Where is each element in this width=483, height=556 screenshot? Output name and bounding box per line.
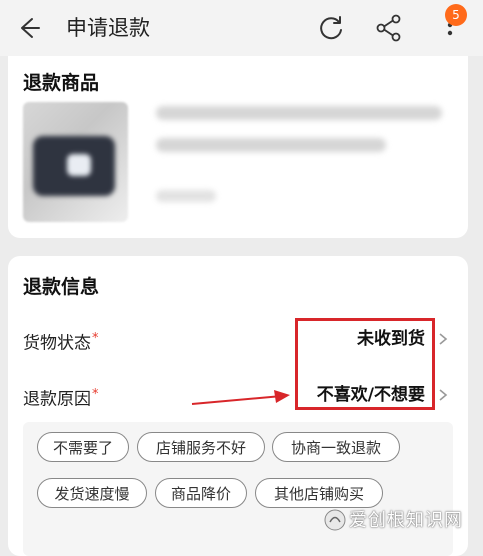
product-name-blurred-2 — [156, 138, 386, 152]
section-title-refund-info: 退款信息 — [23, 276, 100, 298]
watermark-text: 爱创根知识网 — [349, 510, 463, 531]
page-title: 申请退款 — [66, 16, 150, 40]
share-icon[interactable] — [374, 13, 404, 43]
section-title-refund-item: 退款商品 — [23, 72, 100, 94]
refund-reason-label: 退款原因* — [23, 387, 99, 410]
refund-item-card: 退款商品 — [8, 56, 468, 238]
watermark-logo-icon — [324, 509, 346, 531]
top-bar: 申请退款 5 — [0, 0, 483, 56]
reason-chip[interactable]: 发货速度慢 — [37, 478, 147, 508]
annotation-arrow — [191, 390, 290, 405]
watermark: 爱创根知识网 — [324, 508, 480, 534]
highlight-box — [295, 318, 435, 410]
back-arrow-icon[interactable] — [14, 14, 42, 42]
reason-chip[interactable]: 商品降价 — [155, 478, 247, 508]
chevron-right-icon — [439, 389, 448, 401]
notification-badge: 5 — [445, 4, 467, 26]
goods-status-label: 货物状态* — [23, 331, 99, 354]
product-image[interactable] — [23, 102, 128, 222]
product-spec-blurred — [156, 190, 216, 202]
chevron-right-icon — [439, 333, 448, 345]
reason-chip[interactable]: 不需要了 — [37, 432, 129, 462]
product-name-blurred — [156, 106, 442, 120]
reason-chip[interactable]: 协商一致退款 — [272, 432, 400, 462]
reason-chip[interactable]: 店铺服务不好 — [137, 432, 265, 462]
reason-chip[interactable]: 其他店铺购买 — [255, 478, 383, 508]
refresh-icon[interactable] — [316, 13, 346, 43]
